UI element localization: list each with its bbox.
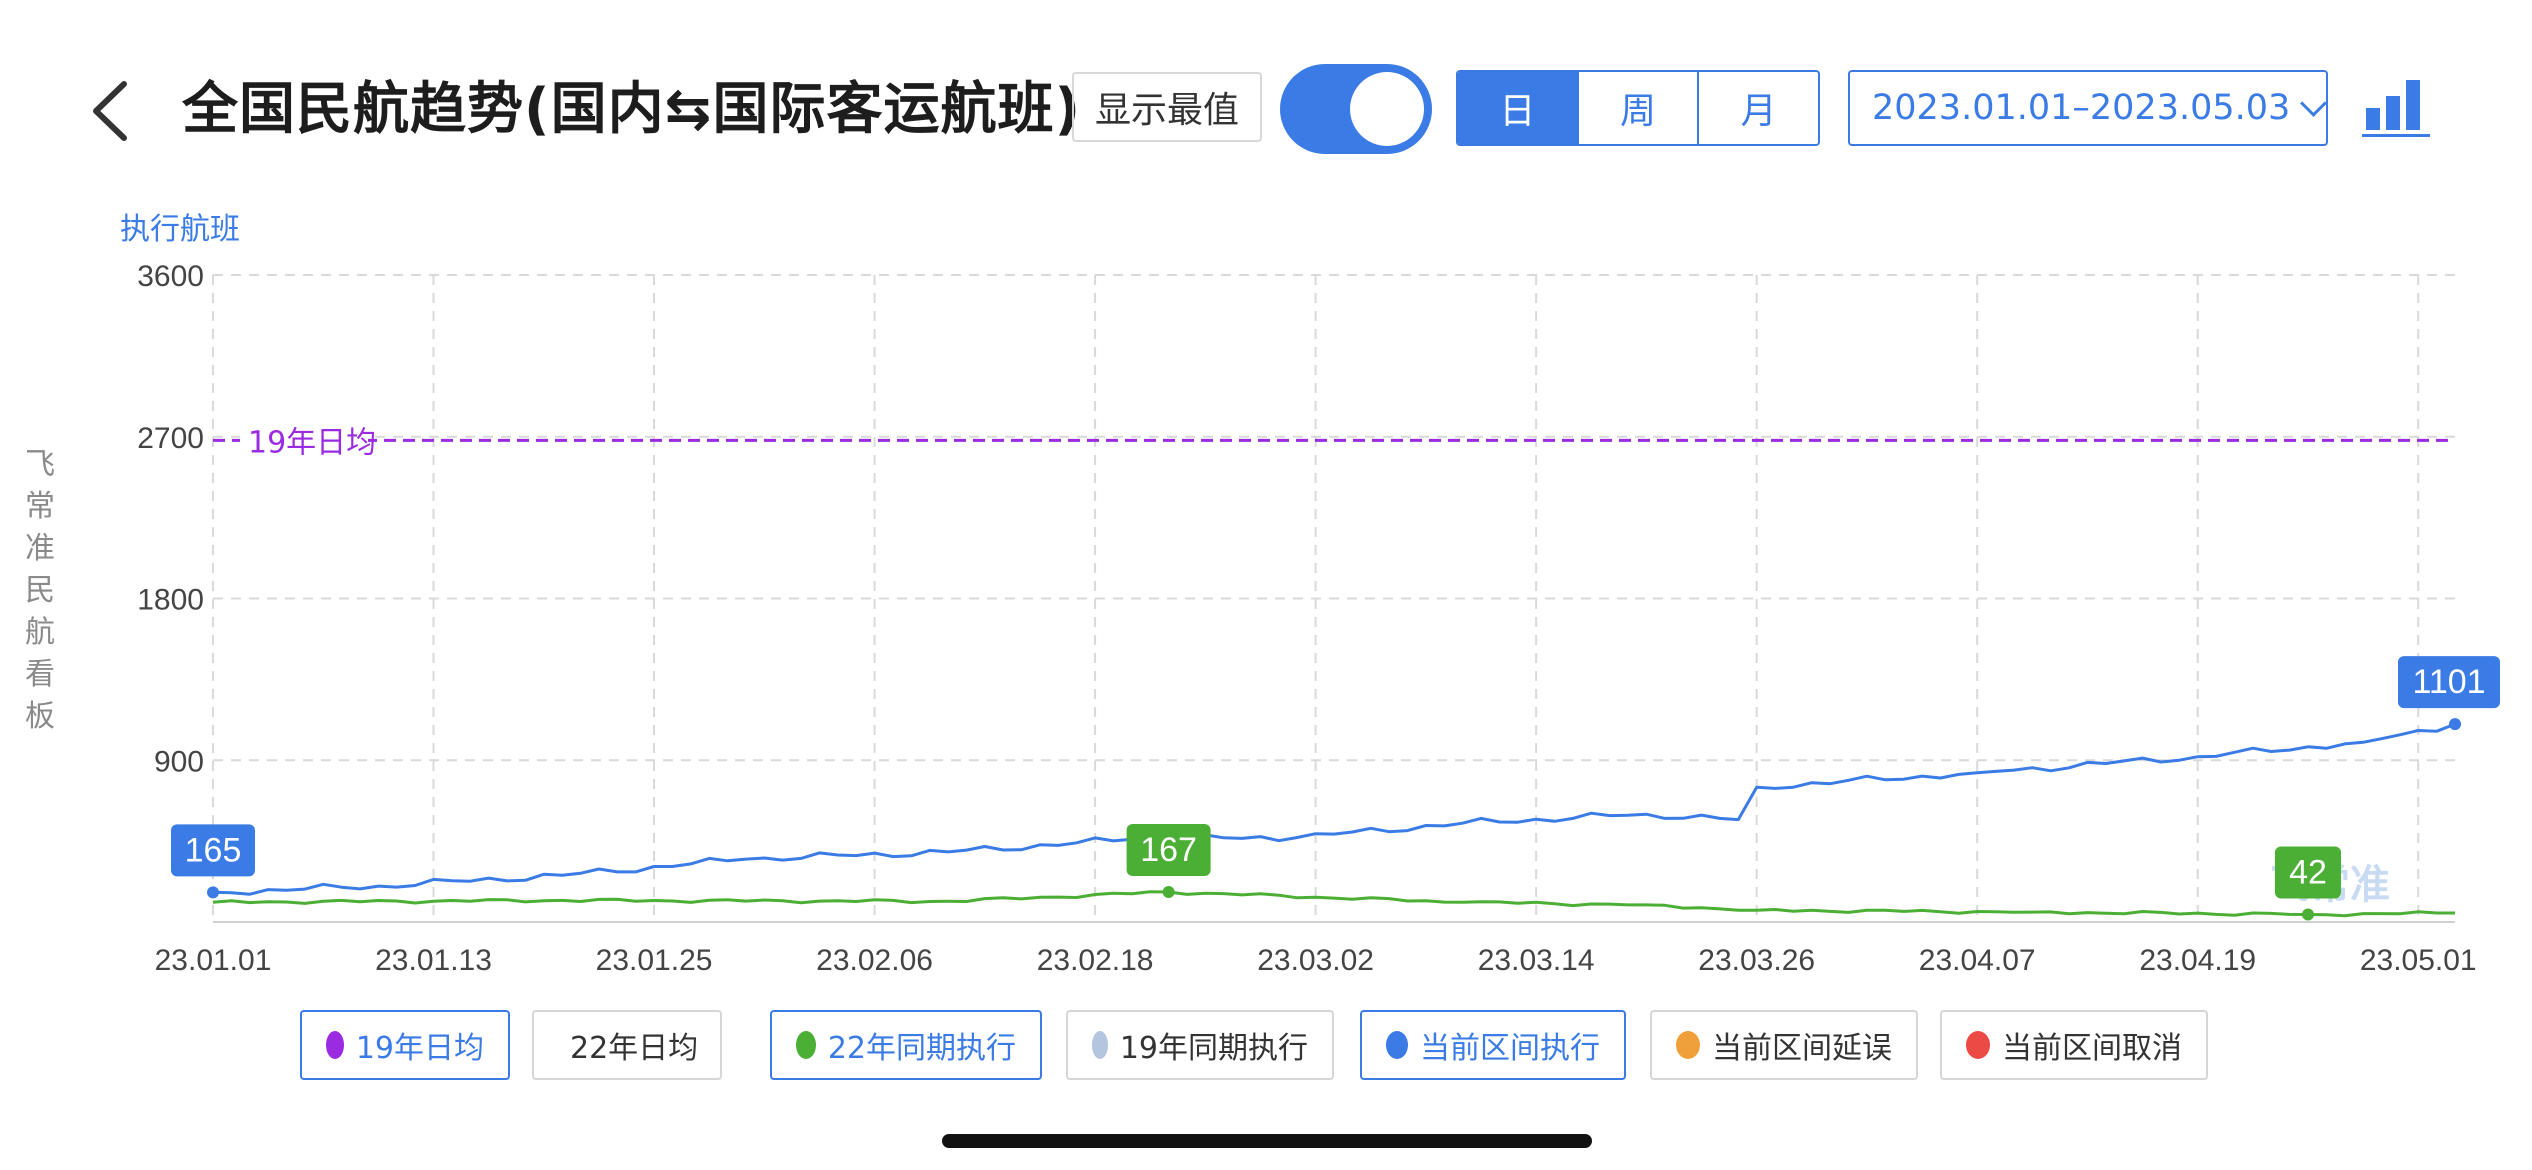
data-point-marker [2449, 718, 2461, 731]
x-tick-label: 23.01.25 [596, 944, 713, 977]
legend-dot-icon [326, 1031, 344, 1059]
chart-series: 19年日均 [212, 420, 2456, 918]
x-tick-label: 23.02.06 [816, 944, 933, 977]
legend-item[interactable]: 19年日均 [300, 1010, 510, 1080]
series-line [212, 722, 2456, 896]
legend-dot-icon [1676, 1031, 1700, 1059]
data-label: 42 [2289, 853, 2327, 891]
home-indicator [942, 1134, 1592, 1148]
legend-dot-icon [796, 1031, 816, 1059]
chart-legend: 19年日均 22年日均 22年同期执行 19年同期执行 当前区间执行 当前区间延误 当前区间… [0, 1010, 2532, 1082]
x-tick-label: 23.03.02 [1257, 944, 1374, 977]
x-tick-label: 23.02.18 [1037, 944, 1154, 977]
legend-item[interactable]: 当前区间执行 [1360, 1010, 1626, 1080]
legend-label: 19年同期执行 [1119, 1031, 1308, 1066]
y-tick-label: 2700 [137, 422, 204, 455]
data-point-marker [1162, 885, 1175, 898]
x-tick-label: 23.01.13 [375, 944, 492, 977]
legend-label: 19年日均 [355, 1031, 484, 1066]
legend-item[interactable]: 当前区间取消 [1940, 1010, 2208, 1080]
legend-label: 当前区间执行 [1420, 1031, 1600, 1066]
chart-grid [212, 274, 2455, 923]
legend-label: 当前区间延误 [1712, 1031, 1892, 1066]
x-tick-label: 23.05.01 [2360, 944, 2477, 977]
line-chart: 900 1800 2700 3600 23.01.01 23.01.13 23.01.25 2… [137, 260, 2500, 977]
legend-label: 当前区间取消 [2002, 1031, 2182, 1066]
legend-item[interactable]: 22年同期执行 [770, 1010, 1042, 1080]
legend-label: 22年同期执行 [827, 1031, 1016, 1066]
x-tick-label: 23.04.19 [2139, 944, 2256, 977]
reference-line-label: 19年日均 [248, 425, 376, 460]
x-tick-label: 23.03.14 [1478, 944, 1595, 977]
y-tick-label: 900 [154, 745, 204, 778]
x-tick-label: 23.03.26 [1698, 944, 1815, 977]
x-tick-label: 23.01.01 [155, 944, 272, 977]
data-point-marker [2301, 908, 2314, 921]
legend-item[interactable]: 19年同期执行 [1066, 1010, 1334, 1080]
y-tick-label: 3600 [137, 260, 204, 293]
legend-item[interactable]: 当前区间延误 [1650, 1010, 1918, 1080]
data-point-marker [207, 886, 219, 899]
data-label: 165 [185, 831, 242, 869]
legend-dot-icon [1966, 1031, 1990, 1059]
chart-axes: 900 1800 2700 3600 23.01.01 23.01.13 23.01.25 2… [137, 260, 2476, 977]
data-label: 167 [1140, 831, 1197, 869]
legend-dot-icon [1092, 1031, 1108, 1059]
series-line [212, 890, 2455, 918]
x-tick-label: 23.04.07 [1919, 944, 2036, 977]
y-tick-label: 1800 [137, 584, 204, 617]
data-label: 1101 [2412, 663, 2485, 701]
legend-item[interactable]: 22年日均 [532, 1010, 722, 1080]
legend-label: 22年日均 [570, 1031, 699, 1066]
legend-dot-icon [1386, 1031, 1408, 1059]
